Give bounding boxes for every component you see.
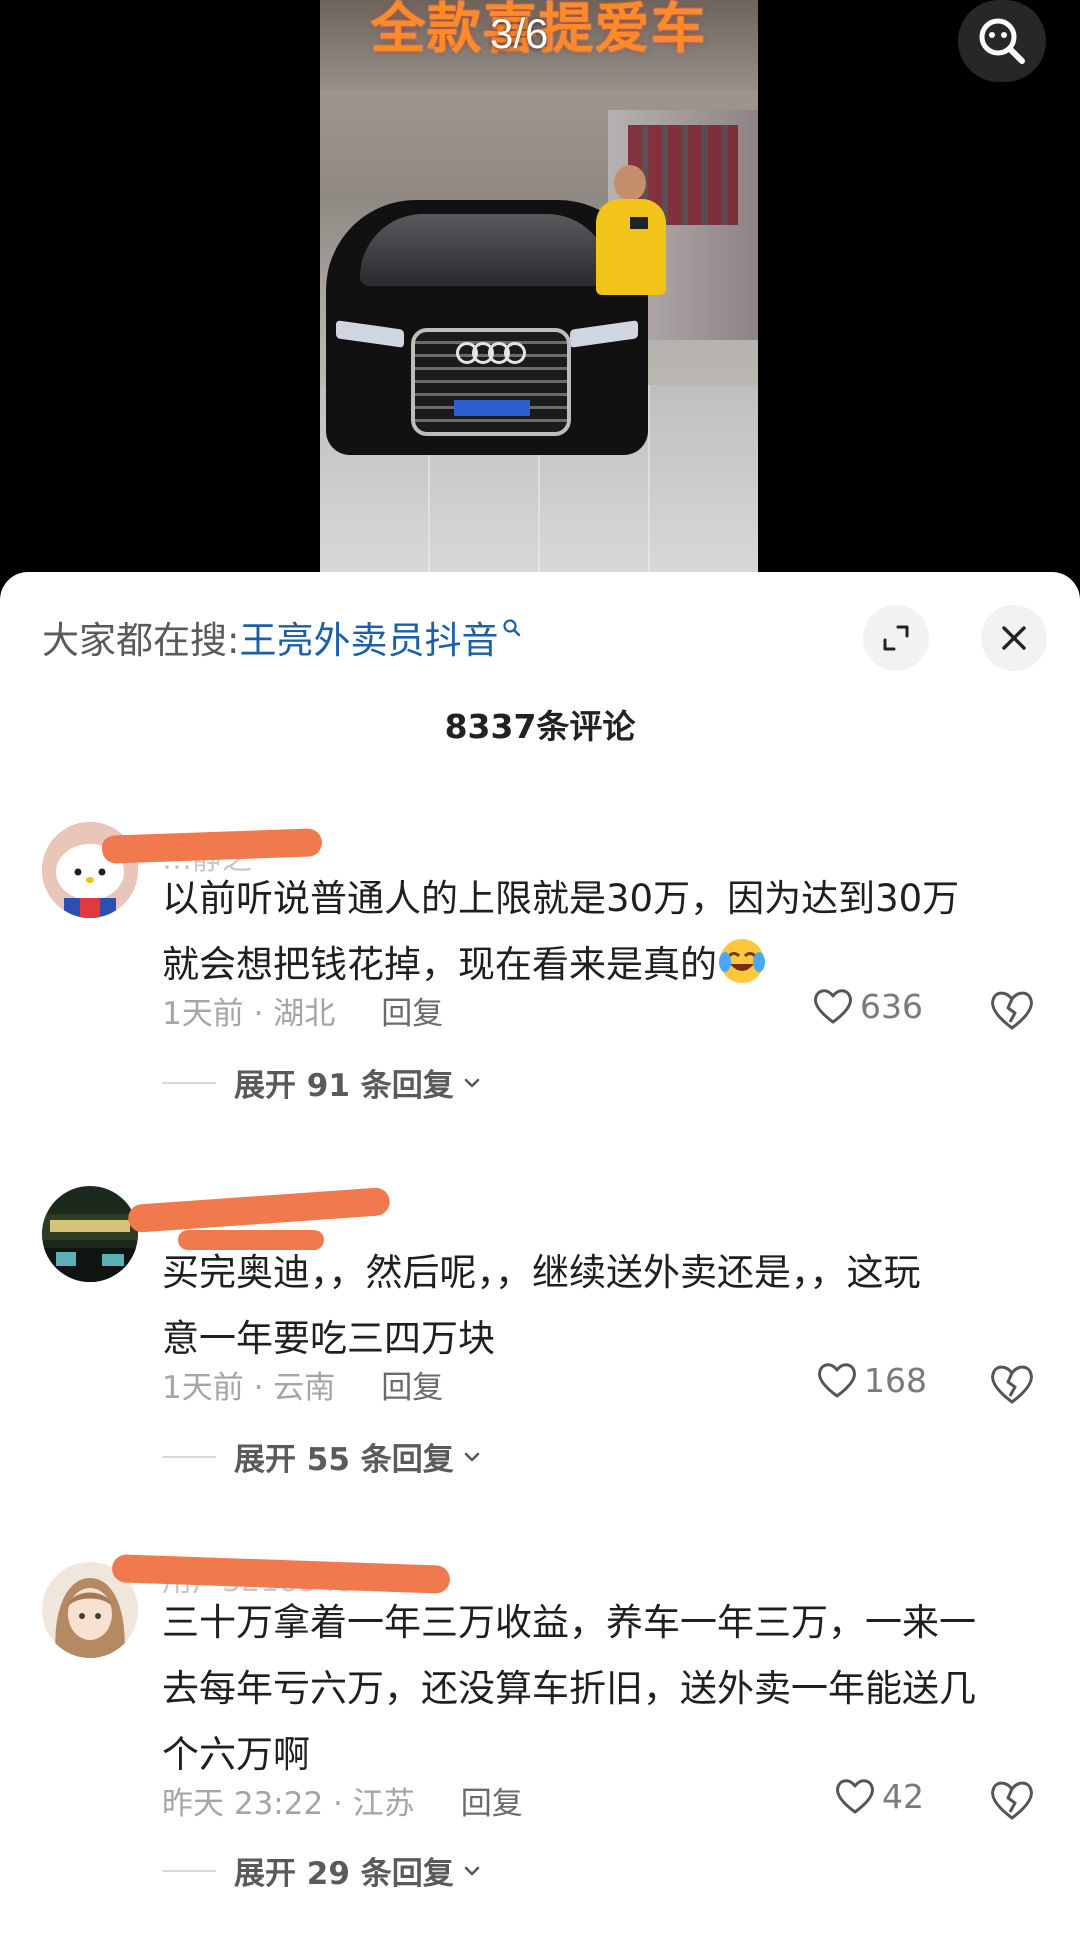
- visual-search-button[interactable]: [958, 0, 1046, 82]
- comment-line: 去每年亏六万，还没算车折旧，送外卖一年能送几: [162, 1667, 976, 1710]
- time-location: 昨天 23:22 · 江苏: [162, 1786, 415, 1822]
- comment-count: 8337条评论: [444, 707, 636, 746]
- comment-line: 以前听说普通人的上限就是30万，因为达到30万: [162, 877, 960, 920]
- comment-sheet: 大家都在搜: 王亮外卖员抖音 8337条评论 以前听说普通人的上限就是30万，因…: [0, 572, 1080, 1958]
- person-head: [614, 165, 646, 201]
- reply-button[interactable]: 回复: [381, 1362, 443, 1407]
- expand-replies[interactable]: 展开 55 条回复: [162, 1434, 484, 1479]
- reply-button[interactable]: 回复: [461, 1778, 523, 1823]
- close-sheet-button[interactable]: [981, 605, 1047, 671]
- trending-search-prefix: 大家都在搜:: [42, 619, 240, 662]
- comment-meta: 昨天 23:22 · 江苏 回复: [162, 1778, 523, 1823]
- video-frame[interactable]: 全款喜提爱车: [320, 0, 758, 575]
- reply-button[interactable]: 回复: [381, 988, 443, 1033]
- avatar[interactable]: [42, 1186, 138, 1282]
- expand-replies[interactable]: 展开 91 条回复: [162, 1060, 484, 1105]
- car-plate: [454, 400, 530, 416]
- heart-icon: [814, 989, 852, 1024]
- like-button[interactable]: 168: [816, 1360, 927, 1400]
- car-headlight-left: [336, 320, 404, 348]
- username-redaction: [101, 828, 323, 864]
- divider: [162, 1869, 216, 1872]
- comment-text: 以前听说普通人的上限就是30万，因为达到30万 就会想把钱花掉，现在看来是真的: [162, 866, 1042, 998]
- trending-search[interactable]: 大家都在搜: 王亮外卖员抖音: [42, 612, 522, 662]
- chevron-down-icon: [464, 1452, 480, 1461]
- comment-meta: 1天前 · 云南 回复: [162, 1362, 443, 1407]
- expand-replies-label: 展开 55 条回复: [234, 1442, 454, 1478]
- expand-replies-label: 展开 29 条回复: [234, 1856, 454, 1892]
- car-headlight-right: [570, 320, 638, 348]
- divider: [162, 1081, 216, 1084]
- expand-replies[interactable]: 展开 29 条回复: [162, 1848, 484, 1893]
- like-count: 636: [860, 986, 923, 1026]
- trending-search-link[interactable]: 王亮外卖员抖音: [239, 610, 498, 664]
- like-count: 168: [864, 1360, 927, 1400]
- chevron-down-icon: [464, 1078, 480, 1087]
- like-count: 42: [882, 1776, 924, 1816]
- comment-text: 买完奥迪，，然后呢，，继续送外卖还是，，这玩 意一年要吃三四万块: [162, 1240, 1042, 1372]
- comment-line: 买完奥迪，，然后呢，，继续送外卖还是，，这玩: [162, 1251, 921, 1294]
- broken-heart-icon[interactable]: [988, 1360, 1036, 1408]
- broken-heart-icon[interactable]: [988, 1776, 1036, 1824]
- storefront-avatar-icon: [42, 1186, 138, 1282]
- comment-meta: 1天前 · 湖北 回复: [162, 988, 443, 1033]
- person-jacket: [596, 199, 666, 295]
- jacket-logo: [630, 217, 648, 229]
- chevron-down-icon: [464, 1866, 480, 1875]
- expand-sheet-button[interactable]: [863, 605, 929, 671]
- time-location: 1天前 · 云南: [162, 1370, 336, 1406]
- like-button[interactable]: 636: [812, 986, 923, 1026]
- like-button[interactable]: 42: [834, 1776, 924, 1816]
- search-icon: [503, 619, 521, 637]
- broken-heart-icon[interactable]: [988, 986, 1036, 1034]
- heart-icon: [836, 1779, 874, 1814]
- comment-line: 就会想把钱花掉，现在看来是真的: [162, 943, 717, 986]
- heart-icon: [818, 1363, 856, 1398]
- expand-replies-label: 展开 91 条回复: [234, 1068, 454, 1104]
- image-counter: 3/6: [490, 10, 549, 57]
- comment-text: 三十万拿着一年三万收益，养车一年三万，一来一 去每年亏六万，还没算车折旧，送外卖…: [162, 1590, 1042, 1788]
- comment-line: 三十万拿着一年三万收益，养车一年三万，一来一: [162, 1601, 976, 1644]
- video-area[interactable]: 全款喜提爱车 3/6: [0, 0, 1080, 600]
- car-windshield: [360, 214, 610, 286]
- close-icon: [1002, 626, 1026, 650]
- person-image: [588, 165, 672, 295]
- divider: [162, 1455, 216, 1458]
- car-logo: [456, 342, 528, 364]
- username-redaction: [127, 1186, 391, 1234]
- expand-icon: [883, 625, 909, 651]
- lens-search-icon: [979, 18, 1025, 64]
- laugh-cry-emoji-icon: [719, 938, 765, 983]
- time-location: 1天前 · 湖北: [162, 996, 336, 1032]
